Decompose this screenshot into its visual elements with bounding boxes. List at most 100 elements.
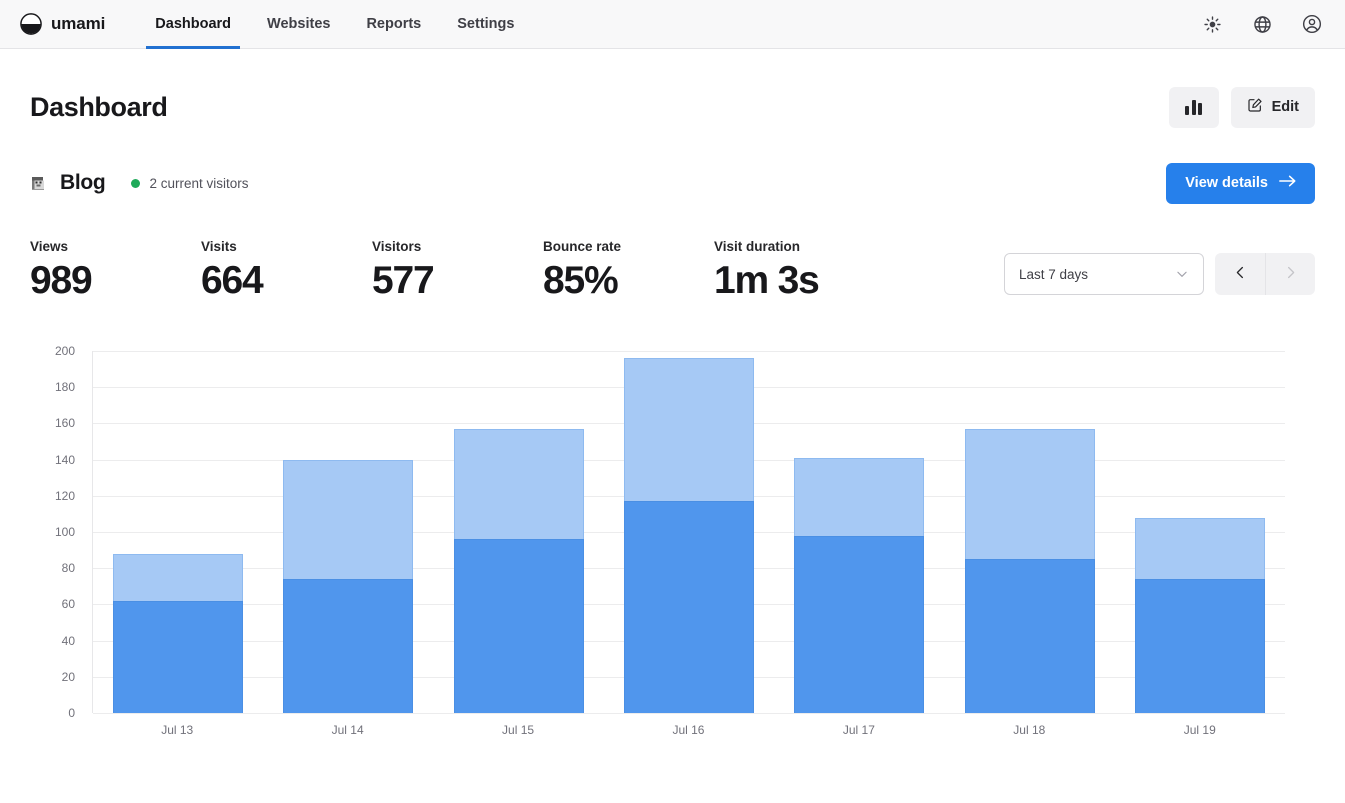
- chart-bar-segment-visitors: [113, 601, 243, 713]
- nav-links: Dashboard Websites Reports Settings: [137, 0, 532, 48]
- chart-bar-slot[interactable]: [604, 351, 774, 713]
- website-name[interactable]: Blog: [60, 171, 105, 195]
- date-range-stepper: [1215, 253, 1315, 295]
- chart-x-axis: Jul 13Jul 14Jul 15Jul 16Jul 17Jul 18Jul …: [92, 723, 1285, 737]
- chart-bar-segment-visitors: [1135, 579, 1265, 713]
- y-tick-label: 20: [62, 670, 75, 684]
- x-tick-label: Jul 14: [262, 723, 432, 737]
- chart-bar-segment-views: [624, 358, 754, 501]
- page-title: Dashboard: [30, 92, 167, 123]
- view-details-button[interactable]: View details: [1166, 163, 1315, 204]
- chart-bar[interactable]: [794, 458, 924, 713]
- metric-visits: Visits 664: [201, 239, 372, 304]
- x-tick-label: Jul 15: [433, 723, 603, 737]
- nav-link-reports-label: Reports: [366, 16, 421, 32]
- brand[interactable]: umami: [12, 0, 115, 48]
- metric-visit-duration-label: Visit duration: [714, 239, 885, 254]
- date-range-prev-button[interactable]: [1215, 253, 1265, 295]
- chart-bar-segment-visitors: [454, 539, 584, 713]
- metric-views-label: Views: [30, 239, 201, 254]
- chart-bar-segment-views: [283, 460, 413, 579]
- y-tick-label: 60: [62, 597, 75, 611]
- y-tick-label: 100: [55, 525, 75, 539]
- metric-visits-value: 664: [201, 259, 372, 304]
- nav-link-dashboard[interactable]: Dashboard: [137, 0, 249, 48]
- chart-bar-slot[interactable]: [434, 351, 604, 713]
- umami-logo-icon: [20, 13, 42, 35]
- arrow-right-icon: [1279, 174, 1296, 192]
- chart-bar[interactable]: [965, 429, 1095, 713]
- date-range-select[interactable]: Last 7 days: [1004, 253, 1204, 295]
- chart-bar-segment-views: [965, 429, 1095, 559]
- chart-bar-slot[interactable]: [774, 351, 944, 713]
- chart-bars: [93, 351, 1285, 713]
- date-range-next-button[interactable]: [1265, 253, 1315, 295]
- edit-button-label: Edit: [1272, 99, 1299, 115]
- navbar-actions: [1201, 0, 1323, 48]
- chart-bar[interactable]: [454, 429, 584, 713]
- x-tick-label: Jul 13: [92, 723, 262, 737]
- chart-bar-segment-views: [794, 458, 924, 536]
- metric-visitors-label: Visitors: [372, 239, 543, 254]
- metric-visit-duration-value: 1m 3s: [714, 259, 885, 304]
- chart-bar-slot[interactable]: [93, 351, 263, 713]
- page-header: Dashboard Edit: [30, 49, 1315, 141]
- visitors-chart: 020406080100120140160180200 Jul 13Jul 14…: [30, 351, 1315, 759]
- blog-favicon: [30, 175, 47, 192]
- top-navbar: umami Dashboard Websites Reports Setting…: [0, 0, 1345, 49]
- brand-name: umami: [51, 14, 105, 34]
- metric-views-value: 989: [30, 259, 201, 304]
- x-tick-label: Jul 18: [944, 723, 1114, 737]
- chart-bar[interactable]: [1135, 518, 1265, 713]
- x-tick-label: Jul 17: [774, 723, 944, 737]
- chart-bar-segment-visitors: [283, 579, 413, 713]
- chart-bar-slot[interactable]: [1115, 351, 1285, 713]
- edit-button[interactable]: Edit: [1231, 87, 1315, 128]
- nav-link-dashboard-label: Dashboard: [155, 16, 231, 32]
- current-visitors[interactable]: 2 current visitors: [131, 176, 248, 191]
- metric-views: Views 989: [30, 239, 201, 304]
- metric-bounce-rate-value: 85%: [543, 259, 714, 304]
- chart-toggle-button[interactable]: [1169, 87, 1219, 128]
- sun-icon[interactable]: [1201, 13, 1223, 35]
- status-dot-icon: [131, 179, 140, 188]
- nav-link-reports[interactable]: Reports: [348, 0, 439, 48]
- user-account-icon[interactable]: [1301, 13, 1323, 35]
- chart-bar-slot[interactable]: [263, 351, 433, 713]
- y-tick-label: 200: [55, 344, 75, 358]
- x-tick-label: Jul 19: [1115, 723, 1285, 737]
- y-tick-label: 40: [62, 634, 75, 648]
- chart-bar-segment-visitors: [965, 559, 1095, 713]
- chart-bar-segment-visitors: [794, 536, 924, 713]
- metric-visit-duration: Visit duration 1m 3s: [714, 239, 885, 304]
- chart-bar[interactable]: [113, 554, 243, 713]
- chart-bar[interactable]: [283, 460, 413, 713]
- chart-bar[interactable]: [624, 358, 754, 713]
- y-tick-label: 0: [68, 706, 75, 720]
- chart-plot-area: [92, 351, 1285, 713]
- chevron-left-icon: [1233, 265, 1248, 283]
- nav-link-websites-label: Websites: [267, 16, 330, 32]
- date-range-value: Last 7 days: [1019, 267, 1088, 282]
- date-range-controls: Last 7 days: [1004, 239, 1315, 295]
- nav-link-settings-label: Settings: [457, 16, 514, 32]
- page-body: Dashboard Edit: [0, 49, 1345, 759]
- y-tick-label: 120: [55, 489, 75, 503]
- nav-link-websites[interactable]: Websites: [249, 0, 348, 48]
- metric-visits-label: Visits: [201, 239, 372, 254]
- edit-pencil-icon: [1247, 97, 1263, 117]
- metrics-row: Views 989 Visits 664 Visitors 577 Bounce…: [30, 239, 1315, 325]
- bar-chart-icon: [1185, 100, 1202, 115]
- metric-bounce-rate: Bounce rate 85%: [543, 239, 714, 304]
- website-header-row: Blog 2 current visitors View details: [30, 151, 1315, 215]
- gridline: [93, 713, 1285, 714]
- globe-icon[interactable]: [1251, 13, 1273, 35]
- nav-link-settings[interactable]: Settings: [439, 0, 532, 48]
- x-tick-label: Jul 16: [603, 723, 773, 737]
- y-tick-label: 80: [62, 561, 75, 575]
- view-details-label: View details: [1185, 175, 1268, 191]
- page-header-actions: Edit: [1169, 87, 1315, 128]
- chart-bar-slot[interactable]: [944, 351, 1114, 713]
- current-visitors-label: 2 current visitors: [149, 176, 248, 191]
- metric-bounce-rate-label: Bounce rate: [543, 239, 714, 254]
